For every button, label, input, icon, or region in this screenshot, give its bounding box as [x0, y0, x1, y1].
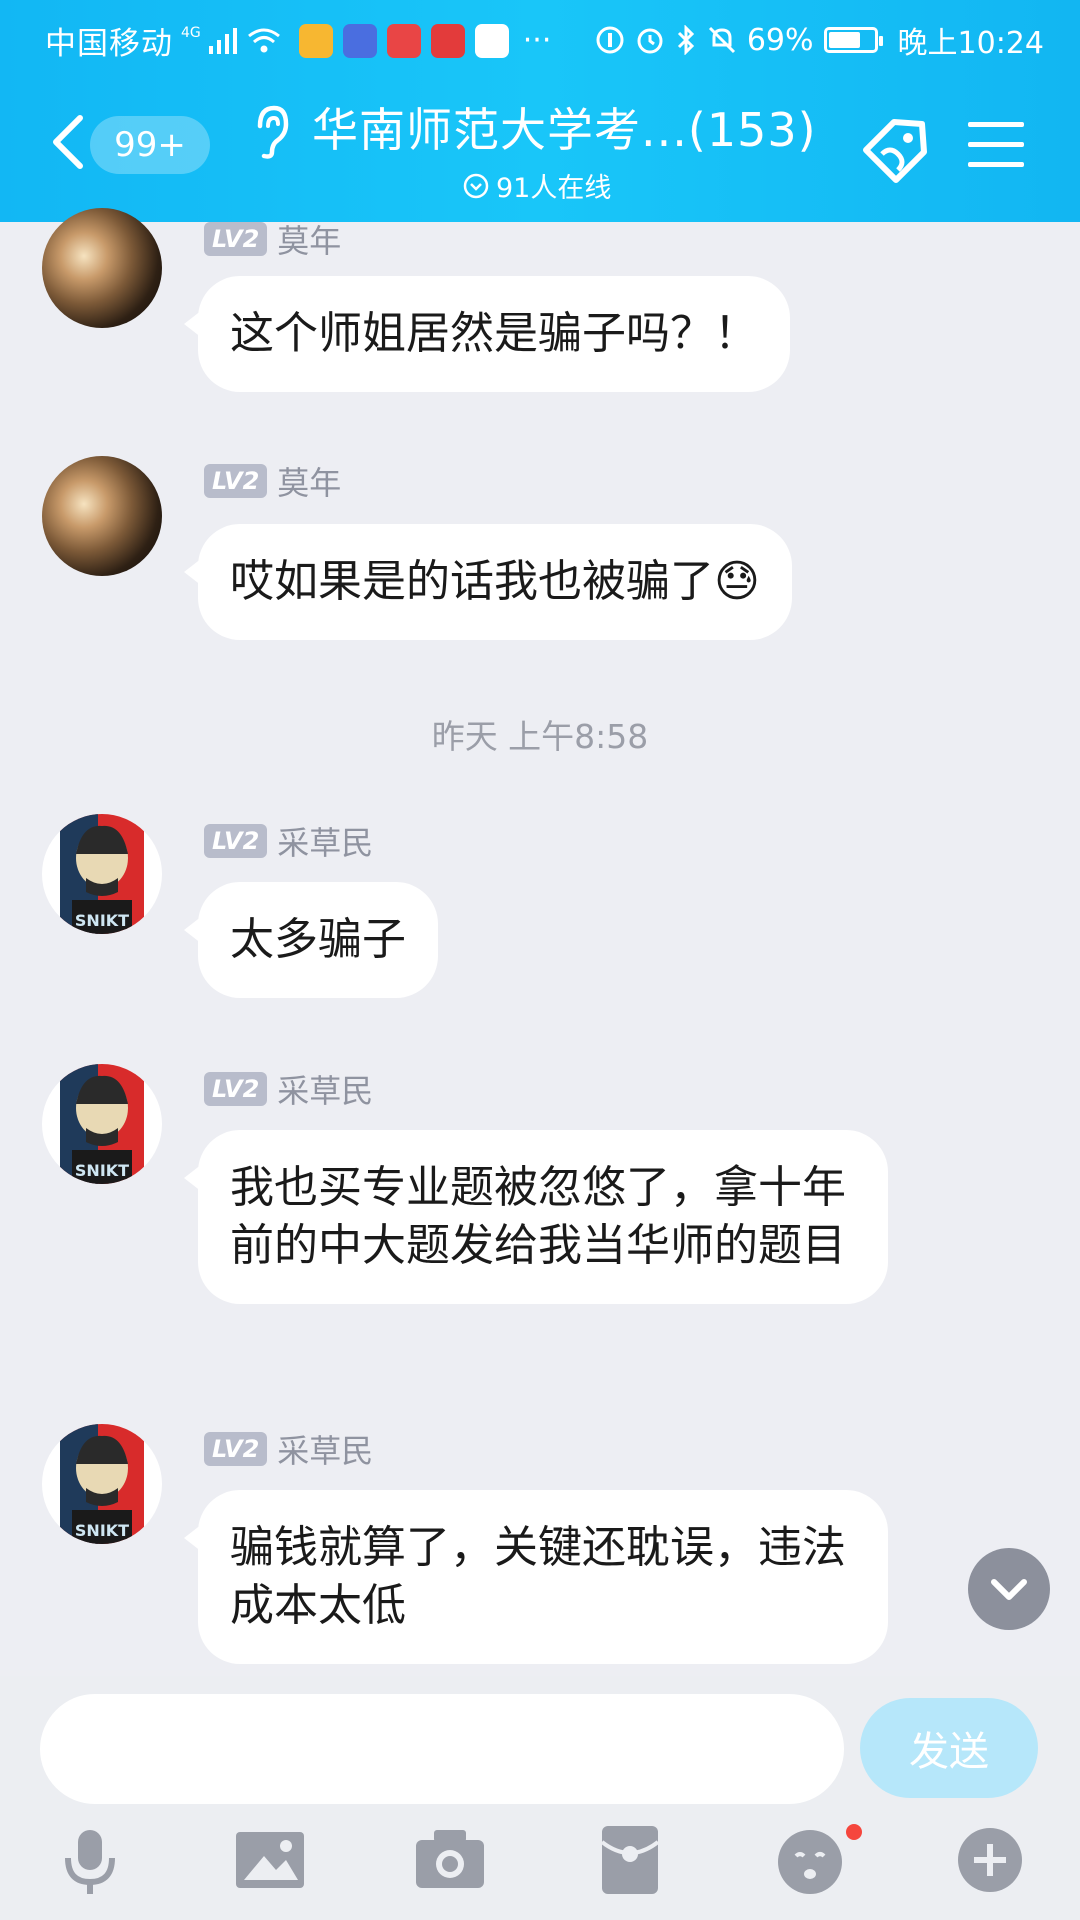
unread-count-badge[interactable]: 99+ — [90, 116, 210, 174]
avatar-image: SNIKT — [60, 1064, 144, 1184]
emoji-icon[interactable] — [770, 1820, 850, 1900]
avatar[interactable] — [42, 456, 162, 576]
book-app-icon — [386, 23, 421, 58]
sender-name: 采草民 — [277, 1072, 374, 1110]
plus-icon[interactable] — [950, 1820, 1030, 1900]
avatar[interactable] — [42, 208, 162, 328]
message-bubble[interactable]: 太多骗子 — [184, 882, 438, 998]
mail-app-icon — [298, 23, 333, 58]
store-app-icon — [430, 23, 465, 58]
back-arrow-icon[interactable] — [44, 112, 92, 172]
camera-icon[interactable] — [410, 1820, 490, 1900]
battery-percent: 69% — [746, 22, 814, 58]
send-button[interactable]: 发送 — [860, 1698, 1038, 1798]
message-bubble[interactable]: 我也买专业题被忽悠了，拿十年前的中大题发给我当华师的题目 — [184, 1130, 888, 1304]
avatar-image: SNIKT — [60, 814, 144, 934]
avatar[interactable]: SNIKT — [42, 1064, 162, 1184]
alarm-icon — [637, 28, 663, 54]
scroll-to-bottom-button[interactable] — [968, 1548, 1050, 1630]
group-tag-icon[interactable] — [858, 114, 932, 188]
data-saver-icon — [596, 26, 624, 54]
bluetooth-icon — [677, 25, 694, 55]
sender-line: LV2 采草民 — [204, 818, 373, 864]
sender-name: 莫年 — [277, 222, 342, 260]
message-bubble[interactable]: 这个师姐居然是骗子吗？！ — [184, 276, 790, 392]
level-badge: LV2 — [204, 222, 268, 256]
avatar-caption: SNIKT — [75, 1161, 129, 1180]
sender-line: LV2 采草民 — [204, 1066, 373, 1112]
status-bar: 中国移动 4G ··· 69% 晚上10:24 — [0, 0, 1080, 74]
notification-dot — [846, 1824, 862, 1840]
sender-name: 采草民 — [277, 824, 374, 862]
online-count[interactable]: 91人在线 — [462, 166, 611, 205]
ear-icon — [257, 105, 289, 159]
time-divider: 昨天 上午8:58 — [431, 717, 649, 756]
avatar-image: SNIKT — [60, 1424, 144, 1544]
clock-time: 晚上10:24 — [897, 26, 1044, 61]
avatar[interactable]: SNIKT — [42, 814, 162, 934]
menu-icon[interactable] — [968, 118, 1024, 170]
signal-icon — [208, 27, 237, 54]
header: 中国移动 4G ··· 69% 晚上10:24 99+ 华南师范大学考...(1… — [0, 0, 1080, 222]
level-badge: LV2 — [204, 1072, 268, 1106]
level-badge: LV2 — [204, 1432, 268, 1466]
wifi-icon — [247, 28, 280, 52]
mute-icon — [708, 26, 735, 54]
chevron-down-icon — [991, 1579, 1027, 1600]
carrier-name: 中国移动 — [45, 26, 173, 62]
group-title[interactable]: 华南师范大学考...(153) — [312, 94, 817, 160]
chevron-down-circle-icon — [463, 173, 489, 198]
sender-name: 采草民 — [277, 1432, 374, 1470]
sender-line: LV2 莫年 — [204, 216, 341, 262]
avatar-caption: SNIKT — [75, 911, 129, 930]
avatar-caption: SNIKT — [75, 1521, 129, 1540]
level-badge: LV2 — [204, 464, 268, 498]
sender-line: LV2 采草民 — [204, 1426, 373, 1472]
music-app-icon — [342, 23, 377, 58]
sender-line: LV2 莫年 — [204, 458, 341, 504]
input-toolbar — [0, 1820, 1080, 1920]
more-notifications: ··· — [522, 23, 552, 58]
message-bubble[interactable]: 哎如果是的话我也被骗了😓 — [184, 524, 792, 640]
message-bubble[interactable]: 骗钱就算了，关键还耽误，违法成本太低 — [184, 1490, 888, 1664]
image-icon[interactable] — [230, 1820, 310, 1900]
battery-icon — [823, 27, 883, 53]
network-type: 4G — [181, 24, 201, 41]
level-badge: LV2 — [204, 824, 268, 858]
mic-icon[interactable] — [50, 1820, 130, 1900]
message-input[interactable] — [40, 1694, 844, 1804]
bank-app-icon — [474, 23, 509, 58]
red-packet-icon[interactable] — [590, 1820, 670, 1900]
sender-name: 莫年 — [277, 464, 342, 502]
title-bar: 99+ 华南师范大学考...(153) 91人在线 — [0, 74, 1080, 222]
avatar[interactable]: SNIKT — [42, 1424, 162, 1544]
online-count-label: 91人在线 — [496, 173, 612, 204]
